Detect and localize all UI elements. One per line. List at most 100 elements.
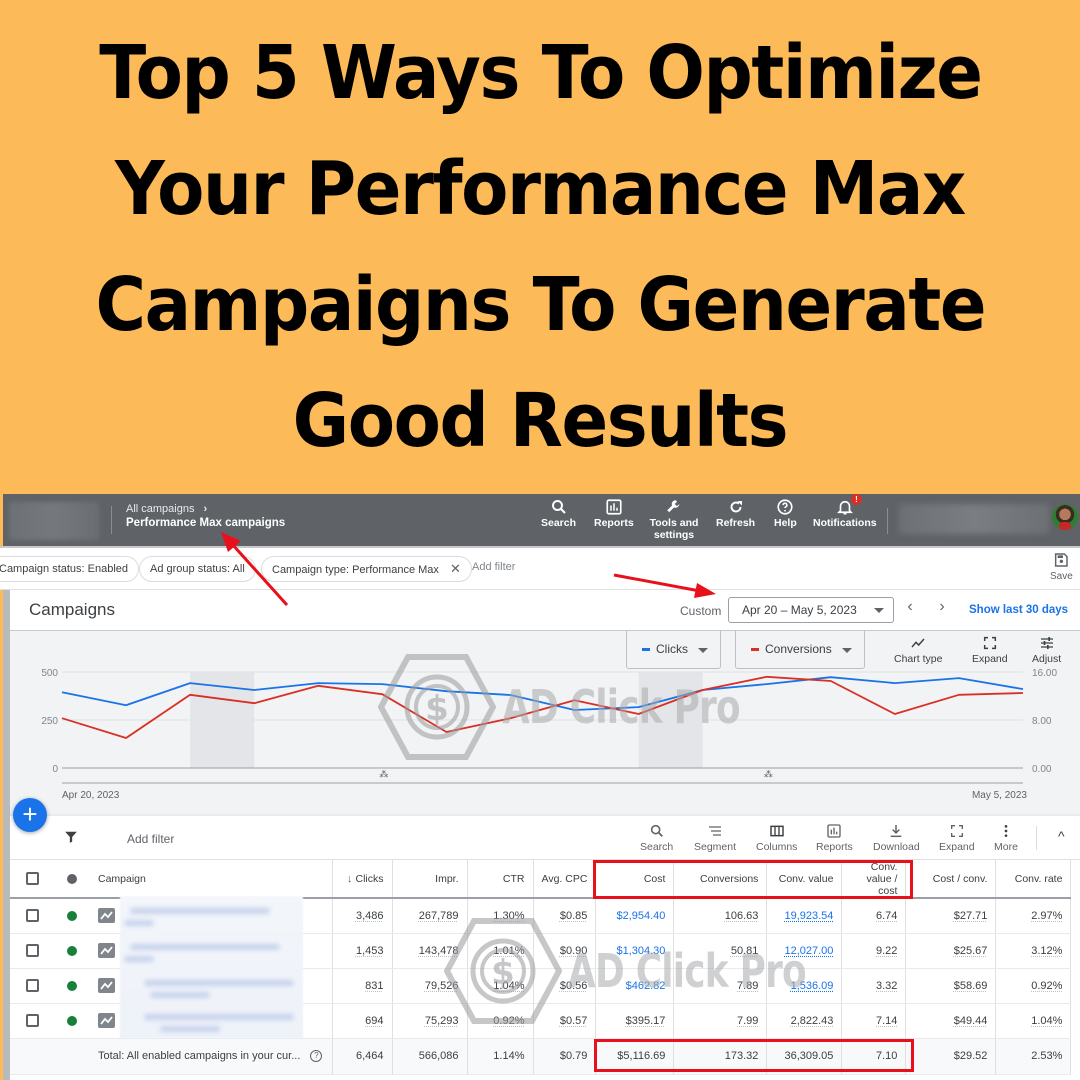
column-header-campaign[interactable]: Campaign bbox=[90, 860, 333, 899]
more-button[interactable]: More bbox=[994, 823, 1018, 853]
row-checkbox[interactable] bbox=[25, 1014, 39, 1027]
select-all-checkbox[interactable] bbox=[25, 872, 39, 885]
previous-period-button[interactable]: ‹ bbox=[900, 598, 920, 616]
column-header-ctr[interactable]: CTR bbox=[467, 860, 534, 899]
conversions-cell: 7.99 bbox=[673, 1003, 768, 1039]
expand-icon bbox=[983, 636, 996, 650]
create-button[interactable]: + bbox=[13, 798, 47, 832]
metric-selector-conversions[interactable]: Conversions bbox=[735, 631, 865, 669]
conv-value-cell[interactable]: 1,536.09 bbox=[766, 968, 843, 1004]
topbar-reports-button[interactable]: Reports bbox=[594, 498, 634, 529]
filter-chip-ad-group-status[interactable]: Ad group status: All bbox=[139, 556, 256, 582]
cell-value[interactable]: $2,954.40 bbox=[616, 910, 665, 922]
help-icon[interactable]: ? bbox=[310, 1050, 323, 1063]
add-filter-input[interactable]: Add filter bbox=[127, 832, 174, 846]
cell-value[interactable]: $462.82 bbox=[626, 980, 666, 992]
avatar[interactable] bbox=[1052, 504, 1078, 530]
column-header-cost-conv[interactable]: Cost / conv. bbox=[905, 860, 997, 899]
breadcrumb[interactable]: All campaigns › bbox=[126, 503, 207, 515]
cell-value: 6.74 bbox=[876, 909, 898, 922]
topbar-search-button[interactable]: Search bbox=[541, 498, 576, 529]
chart-adjust-button[interactable]: Adjust bbox=[1032, 635, 1061, 665]
topbar-tools-button[interactable]: Tools and settings bbox=[649, 498, 699, 541]
cell-value: $49.44 bbox=[953, 1014, 988, 1027]
table-search-button[interactable]: Search bbox=[640, 823, 673, 853]
topbar-notifications-button[interactable]: ! Notifications bbox=[813, 494, 877, 529]
metric-selector-clicks[interactable]: Clicks bbox=[626, 631, 721, 669]
close-icon[interactable]: ✕ bbox=[450, 561, 461, 576]
cost-conv-cell: $49.44 bbox=[905, 1003, 997, 1039]
metric-label: Conversions bbox=[765, 642, 832, 656]
filter-chip-campaign-type[interactable]: Campaign type: Performance Max ✕ bbox=[261, 556, 472, 582]
help-icon bbox=[777, 499, 793, 515]
cell-value: 0.92% bbox=[493, 1014, 525, 1027]
conv-value-cell[interactable]: 19,923.54 bbox=[766, 898, 843, 934]
table-toolbar: Add filter Search Segment Columns Report… bbox=[10, 814, 1080, 860]
status-cell[interactable] bbox=[54, 1003, 90, 1039]
column-header-conv-rate[interactable]: Conv. rate bbox=[995, 860, 1072, 899]
next-period-button[interactable]: › bbox=[932, 598, 952, 616]
chart-expand-button[interactable]: Expand bbox=[972, 635, 1008, 665]
cell-value: 0.92% bbox=[1031, 979, 1063, 992]
topbar-refresh-button[interactable]: Refresh bbox=[716, 498, 755, 529]
segment-button[interactable]: Segment bbox=[694, 823, 736, 853]
cell-value: $0.57 bbox=[559, 1014, 588, 1027]
table-expand-button[interactable]: Expand bbox=[939, 823, 975, 853]
redacted-account-info bbox=[899, 504, 1049, 534]
column-label: Conv. value bbox=[778, 872, 834, 885]
cell-value: $0.90 bbox=[559, 944, 588, 957]
table-reports-button[interactable]: Reports bbox=[816, 823, 853, 853]
date-range-picker[interactable]: Apr 20 – May 5, 2023 bbox=[728, 597, 894, 623]
toolbar-label: Segment bbox=[694, 841, 737, 853]
cell-value: 694 bbox=[365, 1014, 384, 1027]
row-checkbox[interactable] bbox=[25, 909, 39, 923]
column-header-clicks[interactable]: ↓ Clicks bbox=[332, 860, 393, 899]
column-header-conv-value-cost[interactable]: Conv. value / cost bbox=[841, 860, 907, 899]
column-header-impr[interactable]: Impr. bbox=[392, 860, 468, 899]
ctr-cell: 1.04% bbox=[467, 968, 534, 1004]
status-cell[interactable] bbox=[54, 898, 90, 934]
cost-cell[interactable]: $462.82 bbox=[595, 968, 675, 1004]
cell-value[interactable]: 12,027.00 bbox=[784, 945, 833, 957]
save-icon bbox=[1055, 553, 1069, 567]
filter-chip-campaign-status[interactable]: Campaign status: Enabled bbox=[0, 556, 140, 582]
status-cell[interactable] bbox=[54, 968, 90, 1004]
more-vert-icon bbox=[1004, 825, 1008, 837]
save-button[interactable]: Save bbox=[1050, 552, 1073, 582]
status-cell[interactable] bbox=[54, 933, 90, 969]
column-label: Conversions bbox=[700, 872, 759, 885]
impressions-cell: 79,526 bbox=[392, 968, 468, 1004]
conv-value-cell[interactable]: 12,027.00 bbox=[766, 933, 843, 969]
add-filter-link[interactable]: Add filter bbox=[472, 561, 515, 573]
column-header-cost[interactable]: Cost bbox=[595, 860, 675, 899]
chart-type-button[interactable]: Chart type bbox=[894, 635, 942, 665]
cost-cell[interactable]: $2,954.40 bbox=[595, 898, 675, 934]
headline-line-1: Top 5 Ways To Optimize bbox=[98, 30, 983, 116]
cell-value[interactable]: $1,304.30 bbox=[616, 945, 665, 957]
cost-cell: $395.17 bbox=[595, 1003, 675, 1039]
redacted-logo bbox=[9, 502, 99, 540]
cost-cell[interactable]: $1,304.30 bbox=[595, 933, 675, 969]
collapse-chevron-icon[interactable]: ^ bbox=[1058, 828, 1065, 844]
filter-icon[interactable] bbox=[64, 830, 78, 844]
row-checkbox[interactable] bbox=[25, 944, 39, 957]
reports-icon bbox=[606, 499, 622, 515]
breadcrumb-all-campaigns[interactable]: All campaigns bbox=[126, 503, 194, 515]
status-header[interactable] bbox=[54, 860, 90, 899]
topbar-refresh-label: Refresh bbox=[716, 517, 756, 529]
column-header-conversions[interactable]: Conversions bbox=[673, 860, 768, 899]
total-impressions-cell: 566,086 bbox=[392, 1038, 468, 1075]
column-header-conv-value[interactable]: Conv. value bbox=[766, 860, 843, 899]
column-header-avg-cpc[interactable]: Avg. CPC bbox=[533, 860, 597, 899]
toolbar-label: Reports bbox=[816, 841, 853, 853]
cell-value[interactable]: 19,923.54 bbox=[784, 910, 833, 922]
cell-value[interactable]: 1,536.09 bbox=[791, 980, 834, 992]
impressions-cell: 143,478 bbox=[392, 933, 468, 969]
performance-max-icon bbox=[98, 943, 115, 958]
topbar-help-button[interactable]: Help bbox=[774, 498, 797, 529]
download-button[interactable]: Download bbox=[873, 823, 920, 853]
show-last-30-days-link[interactable]: Show last 30 days bbox=[969, 604, 1068, 616]
row-checkbox[interactable] bbox=[25, 979, 39, 992]
row-select-cell bbox=[10, 1003, 54, 1039]
columns-button[interactable]: Columns bbox=[756, 823, 797, 853]
